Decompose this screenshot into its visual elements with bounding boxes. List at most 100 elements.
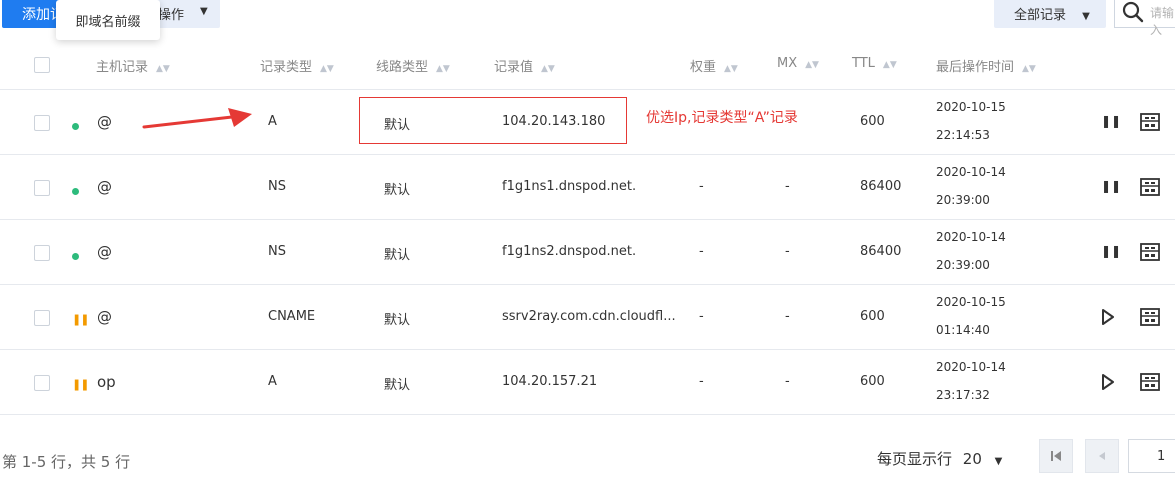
sort-icon[interactable]: ▲▼ bbox=[541, 64, 555, 74]
weight-cell: - bbox=[699, 374, 704, 389]
enabled-status-icon bbox=[72, 253, 79, 260]
mx-cell: - bbox=[785, 309, 790, 324]
first-page-button[interactable] bbox=[1039, 439, 1073, 473]
annotation-text: 优选Ip,记录类型“A”记录 bbox=[646, 110, 798, 126]
row-checkbox[interactable] bbox=[34, 180, 50, 196]
row-checkbox[interactable] bbox=[34, 245, 50, 261]
header-type[interactable]: 记录类型 ▲▼ bbox=[260, 56, 334, 75]
sort-icon[interactable]: ▲▼ bbox=[724, 64, 738, 74]
host-tooltip: 即域名前缀 bbox=[56, 0, 160, 40]
mx-cell: - bbox=[785, 374, 790, 389]
sort-icon[interactable]: ▲▼ bbox=[805, 60, 819, 70]
divider bbox=[0, 89, 1175, 90]
header-time[interactable]: 最后操作时间 ▲▼ bbox=[936, 56, 1036, 75]
edit-record-icon[interactable] bbox=[1140, 373, 1160, 391]
weight-cell: - bbox=[699, 244, 704, 259]
time-cell: 2020-10-14 23:17:32 bbox=[936, 360, 1006, 402]
host-cell: op bbox=[97, 373, 116, 391]
mx-cell: - bbox=[785, 179, 790, 194]
annotation-highlight-box bbox=[359, 97, 627, 144]
enabled-status-icon bbox=[72, 188, 79, 195]
row-checkbox[interactable] bbox=[34, 310, 50, 326]
value-cell: ssrv2ray.com.cdn.cloudfl... bbox=[502, 309, 676, 324]
row-checkbox[interactable] bbox=[34, 375, 50, 391]
select-all-checkbox[interactable] bbox=[34, 57, 50, 73]
host-cell: @ bbox=[97, 178, 112, 196]
ttl-cell: 86400 bbox=[860, 244, 902, 259]
ttl-cell: 600 bbox=[860, 114, 885, 129]
per-page-value: 20 bbox=[962, 450, 982, 468]
previous-page-icon bbox=[1099, 452, 1105, 460]
pause-icon: ❚❚ bbox=[1101, 179, 1122, 193]
edit-record-icon[interactable] bbox=[1140, 113, 1160, 131]
page-number-input[interactable]: 1 bbox=[1128, 439, 1175, 473]
sort-icon[interactable]: ▲▼ bbox=[156, 64, 170, 74]
value-cell: f1g1ns2.dnspod.net. bbox=[502, 244, 637, 259]
host-cell: @ bbox=[97, 243, 112, 261]
play-icon[interactable] bbox=[1101, 374, 1115, 390]
paused-status-icon: ❚❚ bbox=[72, 378, 89, 391]
add-record-button[interactable]: 添加记录 bbox=[2, 0, 62, 28]
pause-icon: ❚❚ bbox=[1101, 244, 1122, 258]
pause-icon: ❚❚ bbox=[1101, 114, 1122, 128]
ttl-cell: 600 bbox=[860, 374, 885, 389]
host-cell: @ bbox=[97, 113, 112, 131]
time-cell: 2020-10-15 22:14:53 bbox=[936, 100, 1006, 142]
all-records-label: 全部记录 bbox=[1014, 8, 1067, 23]
header-ttl[interactable]: TTL ▲▼ bbox=[852, 56, 897, 71]
header-value[interactable]: 记录值 ▲▼ bbox=[494, 56, 555, 75]
paused-status-icon: ❚❚ bbox=[72, 313, 89, 326]
all-records-dropdown[interactable]: 全部记录 ▼ bbox=[994, 0, 1106, 28]
divider bbox=[0, 349, 1175, 350]
enabled-status-icon bbox=[72, 123, 79, 130]
caret-down-icon: ▼ bbox=[994, 456, 1003, 467]
line-cell: 默认 bbox=[384, 378, 411, 393]
weight-cell: - bbox=[699, 179, 704, 194]
sort-icon[interactable]: ▲▼ bbox=[320, 64, 334, 74]
sort-icon[interactable]: ▲▼ bbox=[883, 60, 897, 70]
search-icon[interactable] bbox=[1121, 0, 1145, 24]
header-mx[interactable]: MX ▲▼ bbox=[777, 56, 819, 71]
divider bbox=[0, 154, 1175, 155]
header-weight[interactable]: 权重 ▲▼ bbox=[690, 56, 738, 75]
batch-operation-label: 操作 bbox=[158, 8, 185, 23]
sort-icon[interactable]: ▲▼ bbox=[1022, 64, 1036, 74]
caret-down-icon: ▼ bbox=[1082, 11, 1090, 22]
header-line[interactable]: 线路类型 ▲▼ bbox=[376, 56, 450, 75]
type-cell: A bbox=[268, 114, 277, 129]
previous-page-button[interactable] bbox=[1085, 439, 1119, 473]
divider bbox=[0, 284, 1175, 285]
divider bbox=[0, 219, 1175, 220]
pause-button[interactable]: ❚❚ bbox=[1101, 243, 1121, 259]
value-cell: 104.20.157.21 bbox=[502, 374, 598, 389]
time-cell: 2020-10-15 01:14:40 bbox=[936, 295, 1006, 337]
row-checkbox[interactable] bbox=[34, 115, 50, 131]
time-cell: 2020-10-14 20:39:00 bbox=[936, 165, 1006, 207]
header-host[interactable]: 主机记录 ▲▼ bbox=[96, 56, 170, 75]
weight-cell: - bbox=[699, 309, 704, 324]
play-icon[interactable] bbox=[1101, 309, 1115, 325]
pause-button[interactable]: ❚❚ bbox=[1101, 113, 1121, 129]
value-cell: f1g1ns1.dnspod.net. bbox=[502, 179, 637, 194]
type-cell: A bbox=[268, 374, 277, 389]
caret-down-icon: ▼ bbox=[200, 6, 208, 17]
line-cell: 默认 bbox=[384, 248, 411, 263]
annotation-arrow bbox=[142, 108, 252, 129]
mx-cell: - bbox=[785, 244, 790, 259]
first-page-icon bbox=[1051, 451, 1061, 461]
ttl-cell: 600 bbox=[860, 309, 885, 324]
ttl-cell: 86400 bbox=[860, 179, 902, 194]
edit-record-icon[interactable] bbox=[1140, 178, 1160, 196]
edit-record-icon[interactable] bbox=[1140, 308, 1160, 326]
pause-button[interactable]: ❚❚ bbox=[1101, 178, 1121, 194]
sort-icon[interactable]: ▲▼ bbox=[436, 64, 450, 74]
host-cell: @ bbox=[97, 308, 112, 326]
per-page-label: 每页显示行 bbox=[877, 450, 953, 468]
type-cell: NS bbox=[268, 179, 286, 194]
search-placeholder: 请输入 bbox=[1150, 6, 1175, 37]
edit-record-icon[interactable] bbox=[1140, 243, 1160, 261]
per-page-selector[interactable]: 每页显示行 20 ▼ bbox=[877, 448, 1002, 469]
type-cell: NS bbox=[268, 244, 286, 259]
divider bbox=[0, 414, 1175, 415]
batch-operation-button[interactable]: 操作 ▼ bbox=[150, 0, 220, 28]
